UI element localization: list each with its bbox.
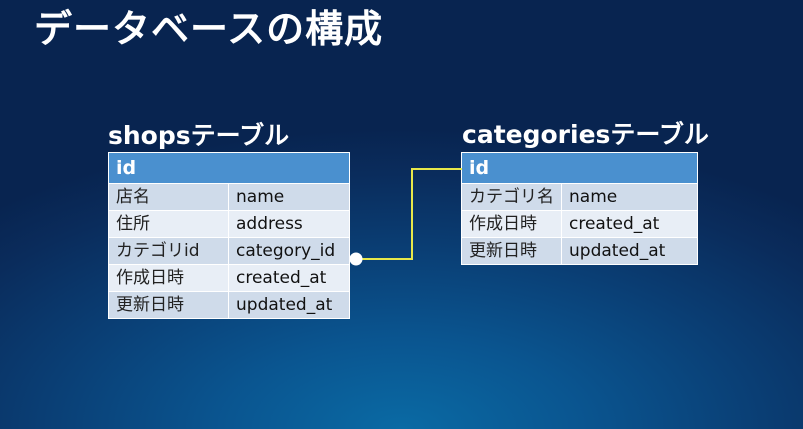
relation-endpoint-dot: [349, 252, 363, 266]
relation-connector: [349, 168, 462, 266]
relation-line: [356, 168, 462, 260]
